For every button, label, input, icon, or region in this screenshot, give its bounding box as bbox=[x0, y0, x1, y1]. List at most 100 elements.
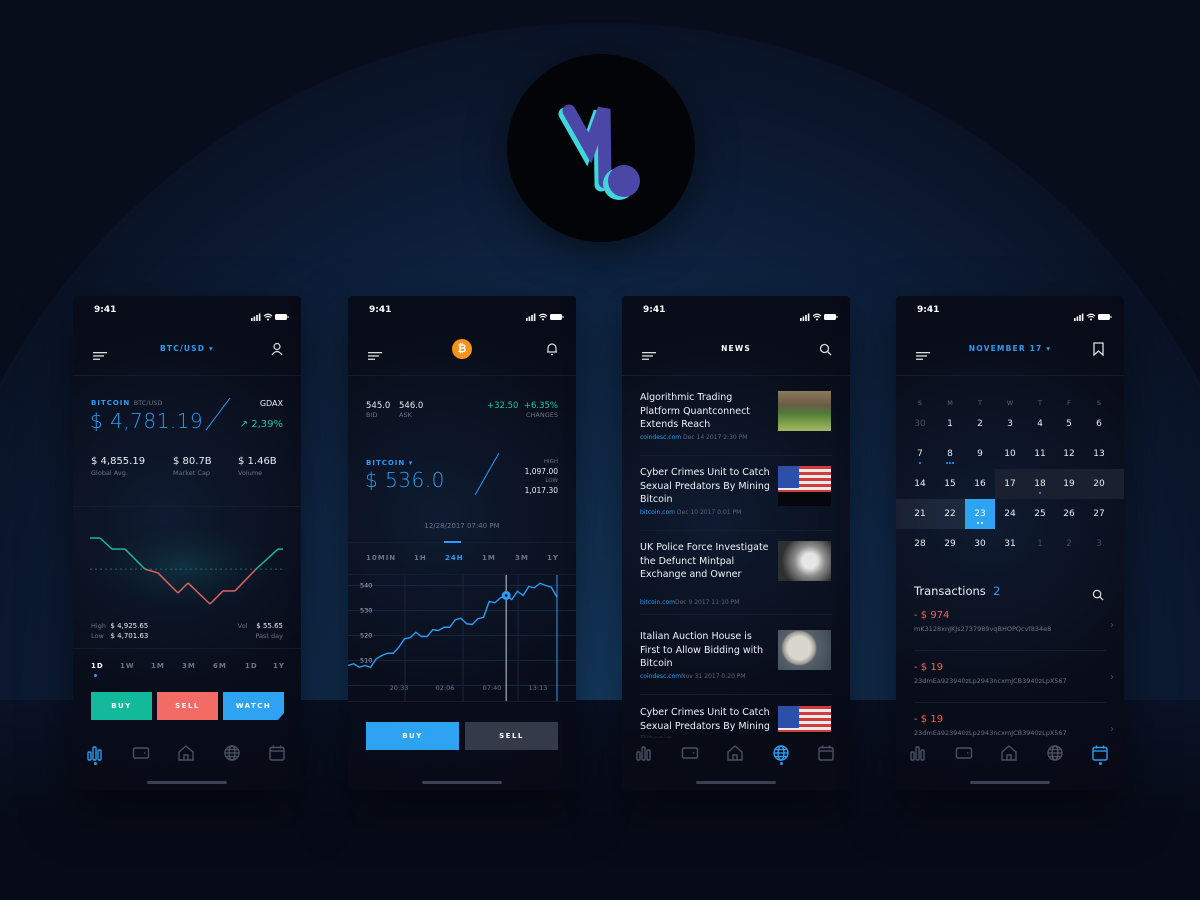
calendar-day[interactable]: 31 bbox=[995, 529, 1025, 559]
calendar-day[interactable]: 7 bbox=[905, 439, 935, 469]
calendar-day[interactable]: 10 bbox=[995, 439, 1025, 469]
calendar-day[interactable]: 4 bbox=[1025, 409, 1055, 439]
range-tab-1m[interactable]: 1M bbox=[151, 662, 165, 670]
buy-button[interactable]: BUY bbox=[366, 722, 459, 750]
home-indicator[interactable] bbox=[696, 781, 776, 784]
calendar-day[interactable]: 22 bbox=[935, 499, 965, 529]
range-tab-6m[interactable]: 6M bbox=[213, 662, 227, 670]
nav-item-wallet[interactable] bbox=[680, 744, 700, 764]
article-thumbnail-coin[interactable] bbox=[778, 630, 831, 670]
calendar-day[interactable]: 14 bbox=[905, 469, 935, 499]
range-tab-1d[interactable]: 1D bbox=[245, 662, 258, 670]
range-tab-10min[interactable]: 10MIN bbox=[366, 554, 396, 562]
price-chart[interactable]: 510 520 530 540 20:33 02:06 07:40 13:13 bbox=[348, 575, 576, 701]
nav-item-bar-chart[interactable] bbox=[634, 744, 654, 764]
news-article[interactable]: Cyber Crimes Unit to Catch Sexual Predat… bbox=[640, 466, 832, 540]
calendar-day[interactable]: 18 bbox=[1025, 469, 1055, 499]
nav-item-wallet[interactable] bbox=[131, 744, 151, 764]
article-source[interactable]: coindesc.com bbox=[640, 673, 681, 680]
range-tab-1w[interactable]: 1W bbox=[120, 662, 135, 670]
calendar-day[interactable]: 28 bbox=[905, 529, 935, 559]
sell-button[interactable]: SELL bbox=[465, 722, 558, 750]
article-thumbnail-flag[interactable] bbox=[778, 466, 831, 506]
search-icon[interactable] bbox=[1092, 586, 1104, 605]
menu-icon[interactable] bbox=[368, 345, 382, 364]
range-tab-1y[interactable]: 1Y bbox=[273, 662, 285, 670]
sell-button[interactable]: SELL bbox=[157, 692, 218, 720]
calendar-day[interactable]: 15 bbox=[935, 469, 965, 499]
transaction-row[interactable]: - $ 974 mK3128xnJKJs2737989vqBHOPQcvf834e… bbox=[914, 610, 1114, 651]
chevron-right-icon[interactable]: › bbox=[1110, 724, 1114, 735]
nav-item-bar-chart[interactable] bbox=[85, 744, 105, 765]
bell-icon[interactable] bbox=[546, 341, 558, 360]
nav-item-globe[interactable] bbox=[222, 744, 242, 764]
coin-selector[interactable]: BITCOIN ▾ bbox=[366, 459, 413, 467]
home-indicator[interactable] bbox=[970, 781, 1050, 784]
calendar-day[interactable]: 19 bbox=[1054, 469, 1084, 499]
calendar-day-selected[interactable]: 23 bbox=[965, 499, 995, 529]
bitcoin-icon[interactable]: ₿ bbox=[452, 339, 472, 359]
calendar-day[interactable]: 1 bbox=[935, 409, 965, 439]
user-icon[interactable] bbox=[271, 341, 283, 360]
home-indicator[interactable] bbox=[147, 781, 227, 784]
article-source[interactable]: coindesc.com bbox=[640, 434, 681, 441]
home-indicator[interactable] bbox=[422, 781, 502, 784]
news-list[interactable]: Algorithmic Trading Platform Quantconnec… bbox=[622, 376, 850, 738]
article-thumbnail-portrait[interactable] bbox=[778, 541, 831, 581]
range-tab-1h[interactable]: 1H bbox=[414, 554, 427, 562]
transaction-row[interactable]: - $ 19 23dmEa923940zLp2943ncxmJCB3940zLpX… bbox=[914, 714, 1114, 737]
calendar-day[interactable]: 3 bbox=[995, 409, 1025, 439]
search-icon[interactable] bbox=[819, 341, 832, 360]
chevron-right-icon[interactable]: › bbox=[1110, 672, 1114, 683]
calendar-day[interactable]: 12 bbox=[1054, 439, 1084, 469]
calendar-day[interactable]: 11 bbox=[1025, 439, 1055, 469]
calendar-day[interactable]: 17 bbox=[995, 469, 1025, 499]
article-title[interactable]: Italian Auction House is First to Allow … bbox=[640, 630, 772, 671]
calendar-day[interactable]: 27 bbox=[1084, 499, 1114, 529]
chevron-right-icon[interactable]: › bbox=[1110, 620, 1114, 631]
article-thumbnail-park[interactable] bbox=[778, 391, 831, 431]
article-title[interactable]: UK Police Force Investigate the Defunct … bbox=[640, 541, 772, 582]
range-tab-1m[interactable]: 1M bbox=[482, 554, 496, 562]
nav-item-calendar[interactable] bbox=[267, 744, 287, 764]
bookmark-icon[interactable] bbox=[1093, 341, 1104, 360]
calendar-day[interactable]: 24 bbox=[995, 499, 1025, 529]
nav-item-calendar[interactable] bbox=[1090, 744, 1110, 765]
nav-item-wallet[interactable] bbox=[954, 744, 974, 764]
news-article[interactable]: Algorithmic Trading Platform Quantconnec… bbox=[640, 391, 832, 465]
calendar-day[interactable]: 9 bbox=[965, 439, 995, 469]
watch-button[interactable]: WATCH bbox=[223, 692, 284, 720]
month-selector[interactable]: NOVEMBER 17 ▾ bbox=[896, 344, 1124, 353]
nav-item-globe[interactable] bbox=[771, 744, 791, 765]
calendar-day[interactable]: 30 bbox=[905, 409, 935, 439]
article-source[interactable]: bitcoin.com bbox=[640, 599, 675, 606]
article-title[interactable]: Cyber Crimes Unit to Catch Sexual Predat… bbox=[640, 466, 772, 507]
range-tab-3m[interactable]: 3M bbox=[515, 554, 529, 562]
nav-item-calendar[interactable] bbox=[816, 744, 836, 764]
calendar-day[interactable]: 30 bbox=[965, 529, 995, 559]
nav-item-globe[interactable] bbox=[1045, 744, 1065, 764]
calendar-day[interactable]: 29 bbox=[935, 529, 965, 559]
article-source[interactable]: bitcoin.com bbox=[640, 509, 675, 516]
nav-item-home[interactable] bbox=[725, 744, 745, 764]
calendar-day[interactable]: 21 bbox=[905, 499, 935, 529]
calendar-day[interactable]: 2 bbox=[1054, 529, 1084, 559]
transaction-row[interactable]: - $ 19 23dmEa923940zLp2943ncxmJCB3940zLpX… bbox=[914, 662, 1114, 703]
article-title[interactable]: Algorithmic Trading Platform Quantconnec… bbox=[640, 391, 772, 432]
range-tab-1y[interactable]: 1Y bbox=[547, 554, 559, 562]
buy-button[interactable]: BUY bbox=[91, 692, 152, 720]
nav-item-home[interactable] bbox=[176, 744, 196, 764]
calendar-day[interactable]: 6 bbox=[1084, 409, 1114, 439]
calendar-day[interactable]: 1 bbox=[1025, 529, 1055, 559]
calendar-day[interactable]: 16 bbox=[965, 469, 995, 499]
calendar-day[interactable]: 2 bbox=[965, 409, 995, 439]
calendar-day[interactable]: 20 bbox=[1084, 469, 1114, 499]
news-article[interactable]: UK Police Force Investigate the Defunct … bbox=[640, 541, 832, 615]
news-article[interactable]: Italian Auction House is First to Allow … bbox=[640, 630, 832, 704]
nav-item-bar-chart[interactable] bbox=[908, 744, 928, 764]
range-tab-3m[interactable]: 3M bbox=[182, 662, 196, 670]
calendar-day[interactable]: 13 bbox=[1084, 439, 1114, 469]
calendar-day[interactable]: 5 bbox=[1054, 409, 1084, 439]
calendar-day[interactable]: 8 bbox=[935, 439, 965, 469]
calendar-day[interactable]: 25 bbox=[1025, 499, 1055, 529]
